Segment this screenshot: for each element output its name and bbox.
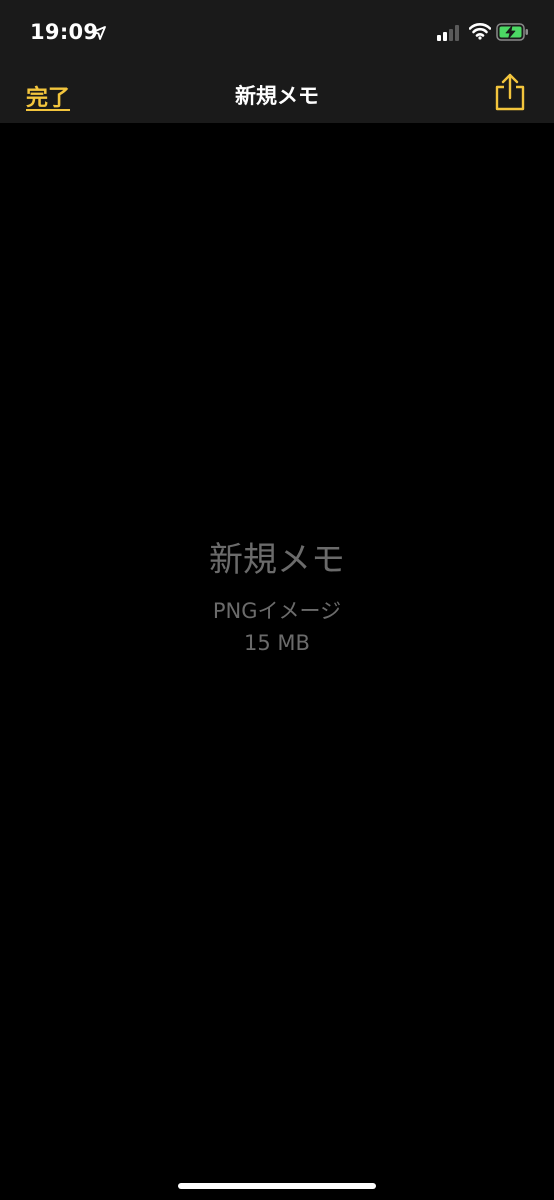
status-bar: 19:09 [0,0,554,64]
home-indicator[interactable] [178,1183,376,1189]
navigation-bar: 完了 新規メモ [0,64,554,123]
location-arrow-icon [92,25,106,40]
wifi-icon [468,22,492,40]
status-time: 19:09 [30,20,99,44]
file-type: PNGイメージ [212,599,342,623]
file-size: 15 MB [244,631,310,655]
file-preview-info: 新規メモ PNGイメージ 15 MB [0,538,554,660]
share-icon [495,73,525,111]
cellular-signal-icon [437,24,463,42]
file-title: 新規メモ [209,540,345,580]
page-title: 新規メモ [235,84,319,108]
battery-charging-icon [496,22,530,42]
share-button[interactable] [493,72,527,112]
